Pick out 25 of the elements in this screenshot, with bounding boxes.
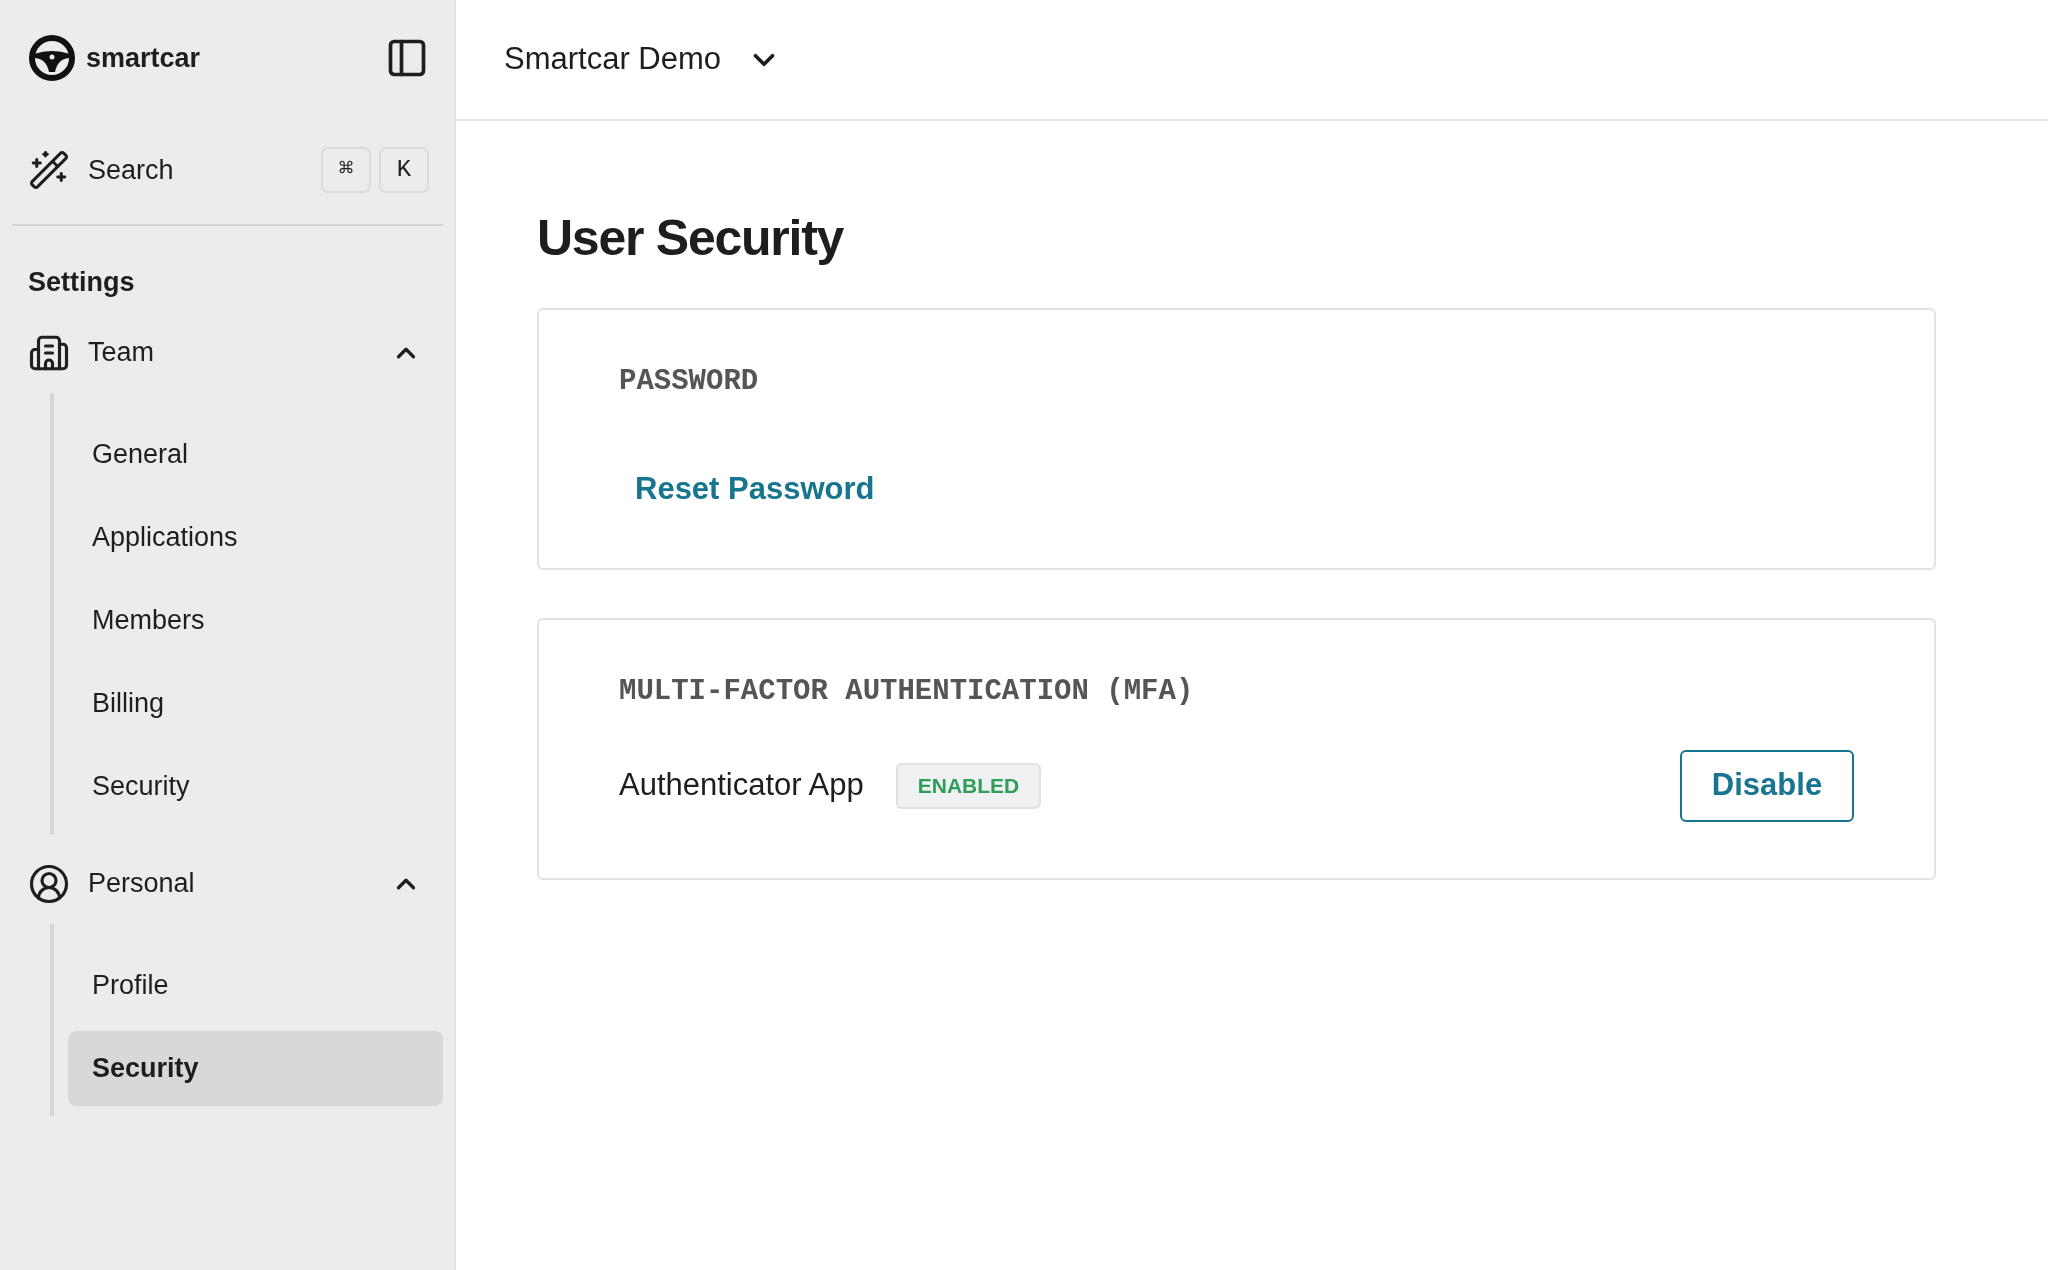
card-heading: MULTI-FACTOR AUTHENTICATION (MFA) [619, 674, 1195, 710]
brand-name: smartcar [86, 41, 201, 75]
nav-item[interactable]: General [68, 416, 443, 492]
user-circle-icon [28, 862, 70, 905]
nav-item[interactable]: Applications [68, 499, 443, 575]
status-badge: ENABLED [895, 762, 1042, 809]
section-heading: Settings [27, 266, 136, 299]
nav-item[interactable]: Members [68, 582, 443, 658]
search-button[interactable]: Search ⌘ K [12, 116, 443, 226]
shortcut-key: ⌘ [321, 147, 371, 193]
nav-item[interactable]: Billing [68, 665, 443, 741]
shortcut-key: K [379, 147, 429, 193]
workspace-dropdown[interactable]: Smartcar Demo [504, 36, 782, 83]
nav-item[interactable]: Profile [68, 947, 443, 1023]
nav-group-header[interactable]: Team [12, 312, 443, 393]
disable-button[interactable]: Disable [1680, 749, 1854, 822]
steering-wheel-logo-icon [28, 34, 76, 82]
magic-wand-icon [28, 149, 70, 191]
mfa-method-label: Authenticator App [619, 766, 864, 805]
nav-item[interactable]: Security [68, 1030, 443, 1106]
card-heading: PASSWORD [619, 364, 760, 400]
reset-password-link[interactable]: Reset Password [635, 465, 875, 512]
nav-group-header[interactable]: Personal [12, 843, 443, 924]
nav-item[interactable]: Security [68, 748, 443, 824]
page-title: User Security [537, 209, 845, 268]
